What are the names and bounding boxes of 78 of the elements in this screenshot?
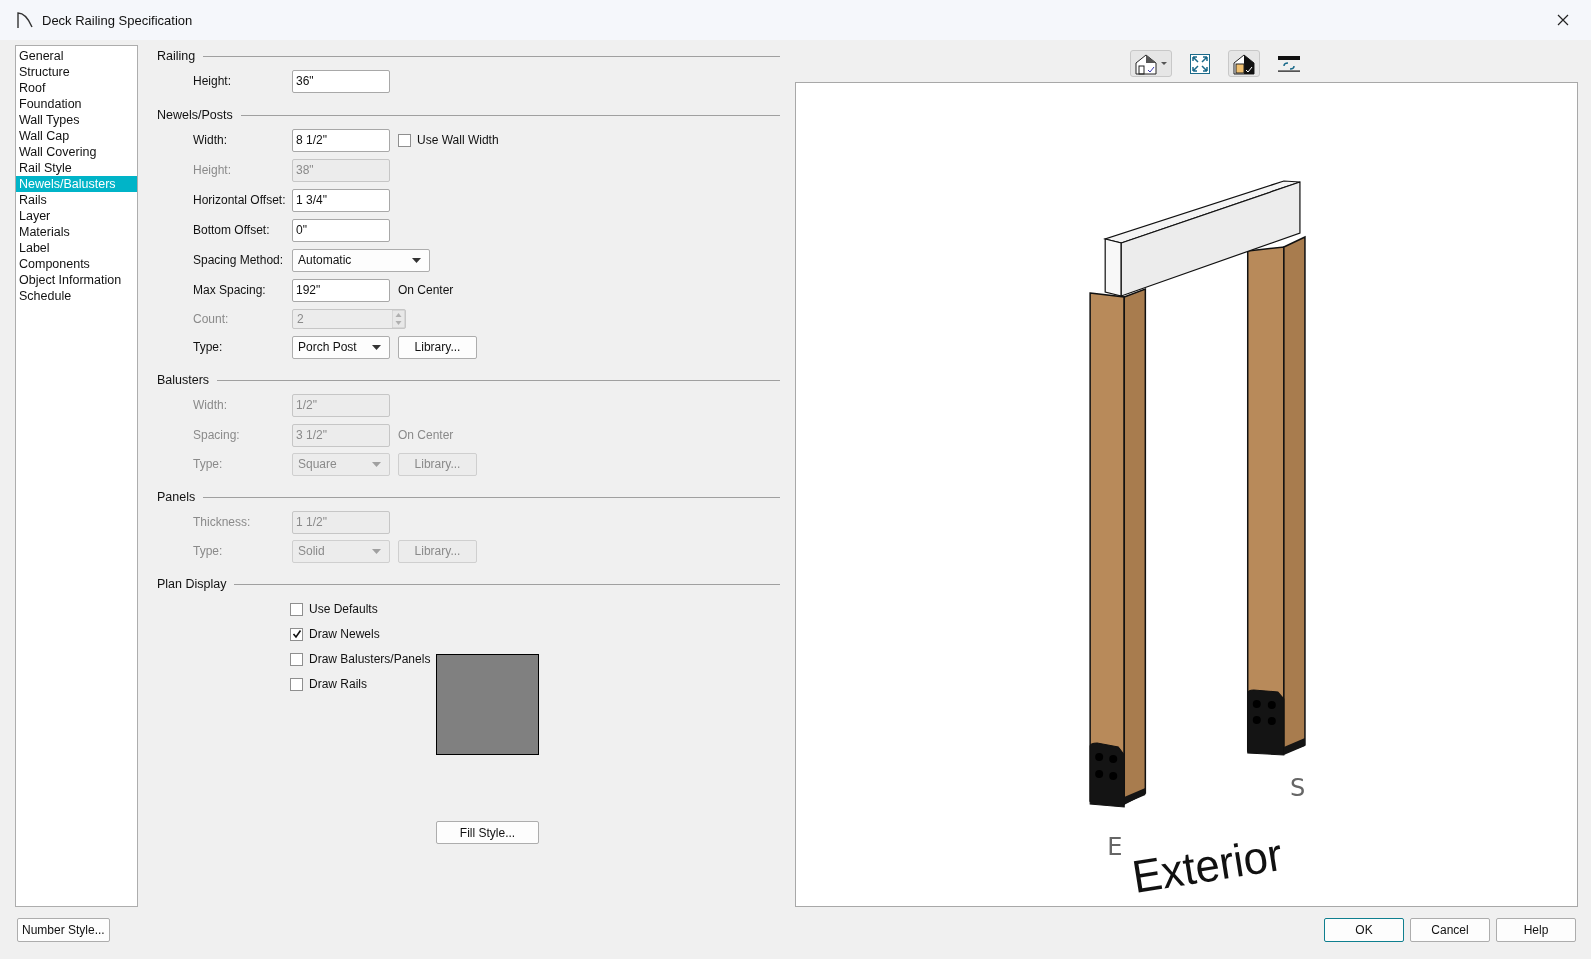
field-label: Thickness: [193, 515, 252, 529]
field-label: Width: [193, 398, 228, 412]
field-label: Max Spacing: [193, 283, 267, 297]
section-title: Balusters [157, 373, 210, 387]
checkbox-box[interactable] [290, 652, 303, 666]
house-icon [1133, 52, 1168, 75]
unit-label: On Center [398, 283, 454, 297]
view-button[interactable] [1129, 50, 1172, 77]
dropdown[interactable]: Porch Post [292, 335, 390, 359]
category-item[interactable]: Rails [16, 192, 137, 208]
checkbox[interactable]: Use Wall Width [398, 133, 499, 147]
dialog-button[interactable]: Help [1496, 918, 1576, 942]
checkbox[interactable]: Draw Newels [290, 627, 432, 641]
refresh-icon [1277, 55, 1300, 72]
library-button[interactable]: Library... [398, 335, 477, 359]
checkbox-box[interactable] [398, 133, 411, 147]
dropdown[interactable]: Automatic [292, 248, 430, 272]
category-item[interactable]: Components [16, 256, 137, 272]
field-label: Horizontal Offset: [193, 193, 284, 207]
checkbox-box[interactable] [290, 602, 303, 616]
section-title: Plan Display [157, 577, 227, 591]
expand-icon [1189, 53, 1210, 74]
compass-label: E [1107, 833, 1123, 861]
checkbox[interactable]: Draw Rails [290, 677, 432, 691]
caret-icon [412, 257, 421, 263]
field-label: Width: [193, 133, 228, 147]
field-label: Type: [193, 340, 224, 354]
category-item[interactable]: Wall Cap [16, 128, 137, 144]
category-item[interactable]: Wall Covering [16, 144, 137, 160]
checkbox-label: Draw Newels [309, 627, 380, 641]
fill-style-button[interactable]: Fill Style... [436, 821, 539, 844]
window-title: Deck Railing Specification [42, 12, 194, 28]
close-icon [1557, 14, 1569, 26]
input-field[interactable]: 192" [292, 278, 390, 302]
checkbox-label: Use Wall Width [417, 133, 499, 147]
compass-label: S [1289, 774, 1306, 802]
field-label: Spacing: [193, 428, 241, 442]
room-label: Exterior [1128, 826, 1294, 903]
category-item[interactable]: General [16, 48, 137, 64]
field-label: Spacing Method: [193, 253, 284, 267]
category-item[interactable]: Materials [16, 224, 137, 240]
category-item[interactable]: Label [16, 240, 137, 256]
field-label: Height: [193, 74, 233, 88]
checkbox-label: Draw Rails [309, 677, 367, 691]
field-label: Type: [193, 544, 224, 558]
category-item[interactable]: Object Information [16, 272, 137, 288]
section-title: Panels [157, 490, 196, 504]
category-item[interactable]: Roof [16, 80, 137, 96]
category-item[interactable]: Schedule [16, 288, 137, 304]
number-style-button[interactable]: Number Style... [17, 918, 110, 942]
checkbox-box[interactable] [290, 627, 303, 641]
field-label: Type: [193, 457, 224, 471]
checkbox-label: Use Defaults [309, 602, 378, 616]
app-icon [16, 11, 34, 29]
input-field[interactable]: 0" [292, 218, 390, 242]
caret-icon [372, 548, 381, 554]
category-item[interactable]: Layer [16, 208, 137, 224]
unit-label: On Center [398, 428, 454, 442]
category-item[interactable]: Foundation [16, 96, 137, 112]
field-label: Bottom Offset: [193, 223, 271, 237]
field-label: Count: [193, 312, 230, 326]
category-item[interactable]: Rail Style [16, 160, 137, 176]
dialog-button[interactable]: Cancel [1410, 918, 1490, 942]
input-field[interactable]: 8 1/2" [292, 128, 390, 152]
caret-icon [372, 461, 381, 467]
input-field[interactable]: 36" [292, 69, 390, 93]
section-title: Newels/Posts [157, 108, 233, 122]
display-options-button[interactable] [1227, 50, 1260, 77]
house-icon [1231, 52, 1256, 75]
checkbox[interactable]: Use Defaults [290, 602, 432, 616]
category-item[interactable]: Structure [16, 64, 137, 80]
section-title: Railing [157, 49, 196, 63]
field-label: Height: [193, 163, 233, 177]
caret-icon [372, 344, 381, 350]
checkbox-box[interactable] [290, 677, 303, 691]
dialog-button[interactable]: OK [1324, 918, 1404, 942]
input-field[interactable]: 1 3/4" [292, 188, 390, 212]
category-item[interactable]: Wall Types [16, 112, 137, 128]
